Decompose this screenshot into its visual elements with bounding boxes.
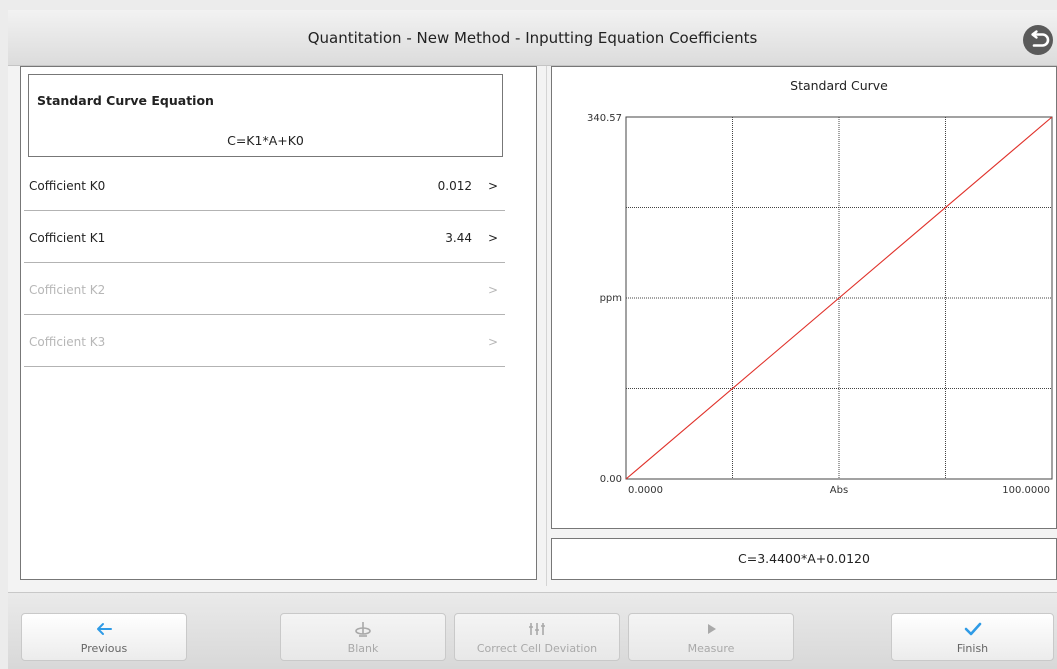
x-tick-label: 100.0000 [1002, 485, 1050, 496]
equation-box: Standard Curve Equation C=K1*A+K0 [28, 74, 503, 157]
coefficient-row-k3: Cofficient K3 > [24, 315, 505, 367]
y-tick-label: 340.57 [587, 113, 622, 124]
coefficient-label: Cofficient K3 [29, 335, 106, 349]
coefficient-row-k0[interactable]: Cofficient K0 0.012 > [24, 159, 505, 211]
coefficient-value: 3.44 [445, 231, 472, 245]
equation-formula: C=K1*A+K0 [227, 133, 304, 148]
blank-label: Blank [347, 642, 379, 655]
chart-title: Standard Curve [790, 78, 888, 93]
bottom-toolbar: Previous Blank Correct Cell Deviation Me… [8, 592, 1057, 669]
x-axis-label: Abs [830, 485, 848, 496]
fit-equation-box: C=3.4400*A+0.0120 [551, 538, 1057, 580]
main-content: Standard Curve Equation C=K1*A+K0 Coffic… [8, 66, 1057, 592]
panel-divider [546, 66, 547, 586]
coefficient-label: Cofficient K2 [29, 283, 106, 297]
chevron-right-icon: > [487, 335, 498, 349]
back-return-icon [1031, 30, 1050, 47]
measure-label: Measure [687, 642, 735, 655]
coefficient-value: 0.012 [437, 179, 472, 193]
check-icon [892, 619, 1053, 639]
coefficient-list: Cofficient K0 0.012 > Cofficient K1 3.44… [24, 159, 505, 367]
standard-curve-chart: Standard Curve 0.00 340.57 ppm 0.0000 100.000… [551, 66, 1057, 529]
chevron-right-icon: > [487, 231, 498, 245]
coefficient-panel: Standard Curve Equation C=K1*A+K0 Coffic… [20, 66, 537, 580]
x-tick-label: 0.0000 [628, 485, 663, 496]
equation-title: Standard Curve Equation [37, 93, 214, 108]
finish-label: Finish [956, 642, 989, 655]
coefficient-label: Cofficient K1 [29, 231, 106, 245]
y-axis-label: ppm [600, 293, 622, 304]
measure-button[interactable]: Measure [628, 613, 794, 661]
chevron-right-icon: > [487, 179, 498, 193]
title-bar: Quantitation - New Method - Inputting Eq… [8, 10, 1057, 66]
page-title: Quantitation - New Method - Inputting Eq… [307, 29, 758, 47]
play-icon [629, 619, 793, 639]
cell-deviation-icon [455, 619, 619, 639]
finish-button[interactable]: Finish [891, 613, 1054, 661]
chart-svg: Standard Curve 0.00 340.57 ppm 0.0000 100.000… [587, 78, 1053, 496]
arrow-left-icon [22, 619, 186, 639]
correct-cell-deviation-button[interactable]: Correct Cell Deviation [454, 613, 620, 661]
coefficient-row-k1[interactable]: Cofficient K1 3.44 > [24, 211, 505, 263]
previous-button[interactable]: Previous [21, 613, 187, 661]
y-tick-label: 0.00 [600, 474, 622, 485]
coefficient-label: Cofficient K0 [29, 179, 106, 193]
back-button[interactable] [1023, 25, 1053, 55]
coefficient-row-k2: Cofficient K2 > [24, 263, 505, 315]
correct-cell-deviation-label: Correct Cell Deviation [476, 642, 598, 655]
blank-button[interactable]: Blank [280, 613, 446, 661]
blank-cell-icon [281, 619, 445, 639]
chevron-right-icon: > [487, 283, 498, 297]
previous-label: Previous [80, 642, 128, 655]
